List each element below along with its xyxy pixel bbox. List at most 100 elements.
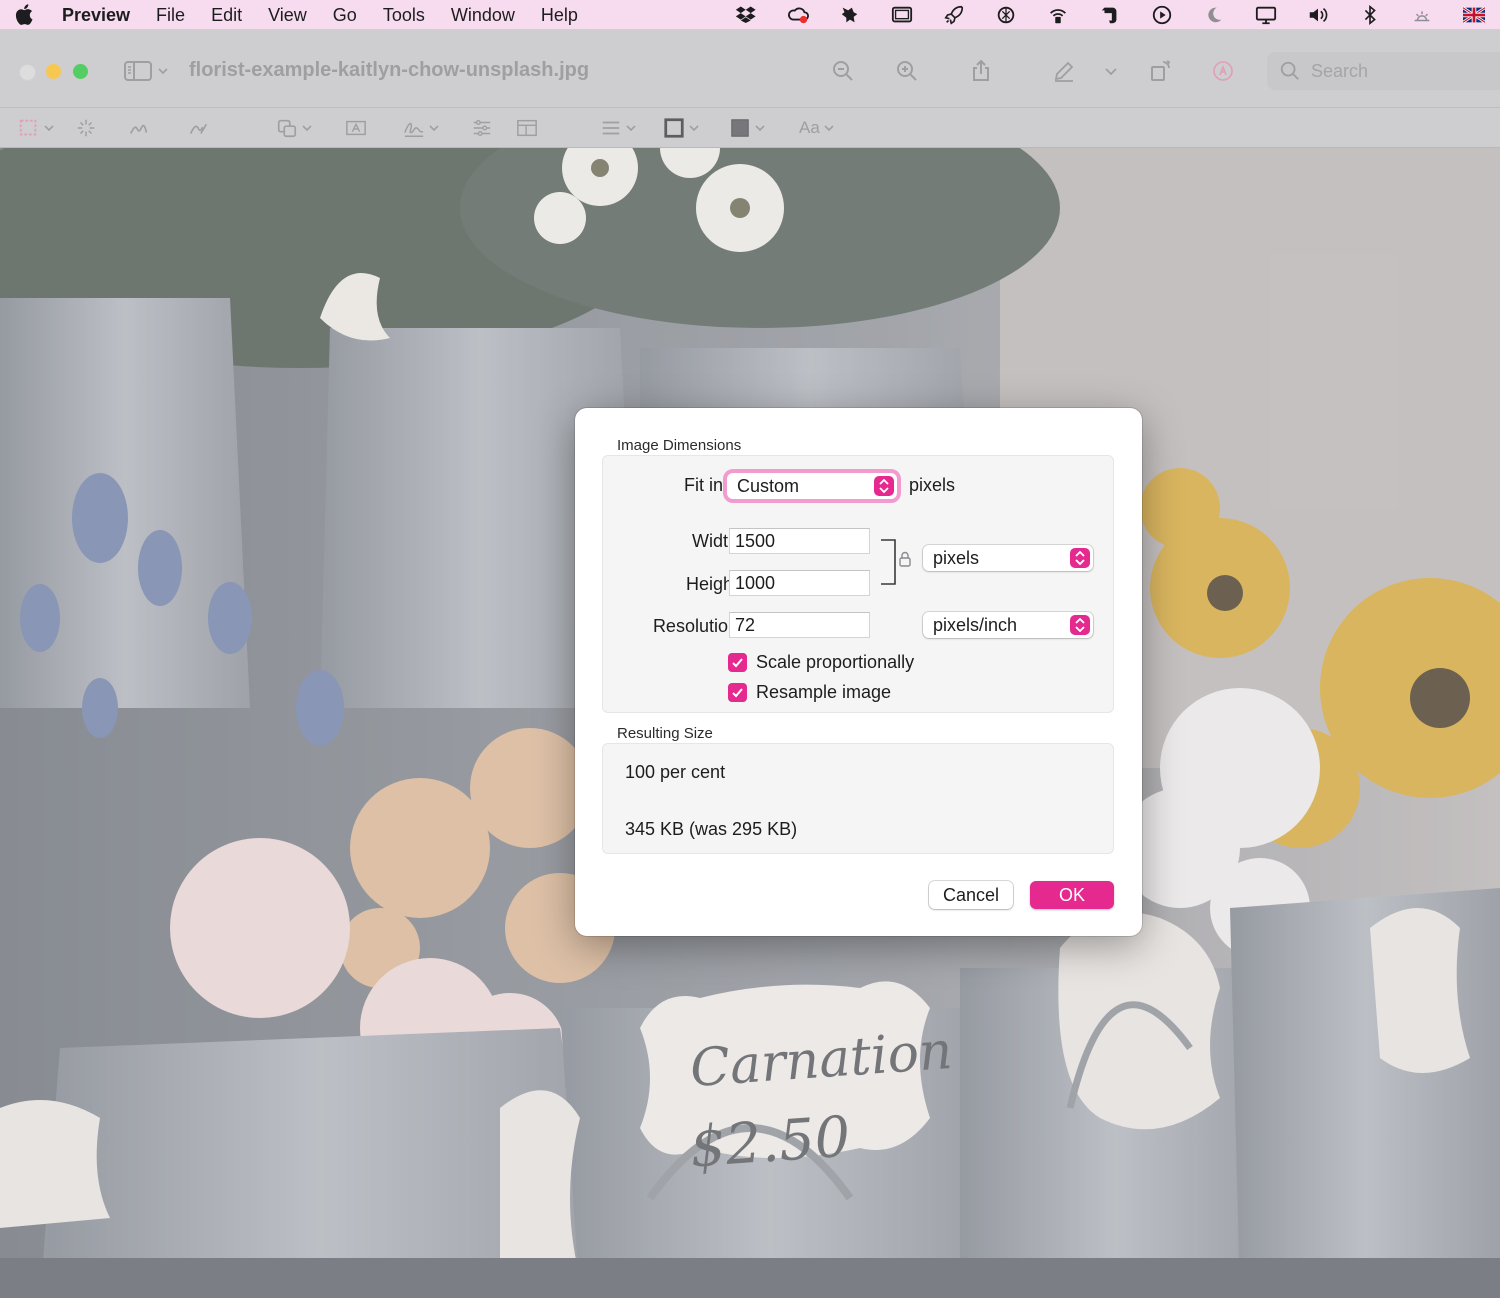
hotspot-icon[interactable] (1032, 0, 1084, 30)
status-menu-area (720, 0, 1500, 30)
rocket-icon[interactable] (928, 0, 980, 30)
highlight-icon (1213, 61, 1233, 81)
zoom-out-icon (833, 61, 853, 81)
rotate-button[interactable] (1146, 56, 1176, 86)
magic-wand-icon (77, 119, 95, 137)
markup-button[interactable] (1049, 56, 1079, 86)
highlight-button[interactable] (1208, 56, 1238, 86)
search-icon (1280, 61, 1299, 80)
menu-tools[interactable]: Tools (370, 0, 438, 30)
window-toolbar: florist-example-kaitlyn-chow-unsplash.jp… (0, 30, 1500, 108)
bluetooth-icon[interactable] (1344, 0, 1396, 30)
result-percent: 100 per cent (625, 762, 726, 782)
height-field[interactable] (729, 570, 870, 596)
fit-into-value: Custom (737, 475, 800, 496)
image-dimensions-heading: Image Dimensions (617, 437, 742, 454)
chevron-down-icon (1105, 68, 1117, 76)
border-color-button[interactable] (663, 116, 699, 140)
size-unit-popup[interactable]: pixels (923, 545, 1093, 571)
sidebar-toggle-button[interactable] (124, 58, 168, 84)
adjust-size-icon (517, 119, 537, 137)
app-icon[interactable] (824, 0, 876, 30)
chevron-down-icon (626, 125, 636, 132)
adjust-color-button[interactable] (471, 116, 493, 140)
shape-style-button[interactable] (600, 116, 636, 140)
draw-tool-button[interactable] (188, 116, 210, 140)
dropbox-icon[interactable] (720, 0, 772, 30)
menu-bar: Preview File Edit View Go Tools Window H… (0, 0, 1500, 30)
lock-icon[interactable] (899, 551, 911, 567)
moon-icon[interactable] (1188, 0, 1240, 30)
draw-icon (189, 123, 208, 134)
zoom-out-button[interactable] (828, 56, 858, 86)
menu-edit[interactable]: Edit (198, 0, 255, 30)
menu-file[interactable]: File (143, 0, 198, 30)
close-window-button[interactable] (19, 64, 36, 81)
checkmark-icon (728, 683, 747, 702)
menu-help[interactable]: Help (528, 0, 591, 30)
fit-into-popup[interactable]: Custom (727, 473, 897, 499)
text-style-button[interactable]: Aa (799, 116, 834, 140)
text-style-label: Aa (799, 118, 820, 137)
minimize-window-button[interactable] (46, 64, 61, 79)
menu-view[interactable]: View (255, 0, 320, 30)
fit-into-unit: pixels (909, 475, 956, 495)
size-unit-value: pixels (933, 547, 980, 568)
line-style-icon (602, 121, 620, 135)
scale-proportionally-checkbox[interactable]: Scale proportionally (728, 652, 914, 673)
share-icon (973, 59, 989, 81)
instant-alpha-button[interactable] (75, 116, 97, 140)
link-bracket-icon (881, 539, 896, 585)
zoom-in-button[interactable] (892, 56, 922, 86)
resolution-field[interactable] (729, 612, 870, 638)
search-field[interactable] (1267, 52, 1500, 90)
resample-image-checkbox[interactable]: Resample image (728, 682, 891, 703)
apple-menu-icon[interactable] (0, 0, 48, 30)
uk-flag-icon[interactable] (1448, 0, 1500, 30)
popup-stepper-icon (1070, 615, 1090, 635)
rotate-icon (1151, 60, 1171, 81)
share-button[interactable] (966, 56, 996, 86)
sign-button[interactable] (403, 116, 439, 140)
window-icon[interactable] (876, 0, 928, 30)
adjust-size-button[interactable] (516, 116, 538, 140)
checkmark-icon (728, 653, 747, 672)
cancel-button[interactable]: Cancel (929, 881, 1013, 909)
ok-button[interactable]: OK (1030, 881, 1114, 909)
sketch-tool-button[interactable] (128, 116, 150, 140)
evernote-icon[interactable] (1084, 0, 1136, 30)
signature-icon (404, 122, 424, 137)
text-box-button[interactable] (345, 116, 367, 140)
width-field[interactable] (729, 528, 870, 554)
markup-toolbar: Aa (0, 108, 1500, 148)
rectangular-selection-icon (19, 119, 37, 136)
brightness-icon[interactable] (1396, 0, 1448, 30)
fit-into-label: Fit into: (683, 475, 743, 495)
chevron-down-icon (429, 125, 439, 132)
fill-color-icon (731, 119, 749, 137)
fill-color-button[interactable] (729, 116, 765, 140)
play-icon[interactable] (1136, 0, 1188, 30)
dimensions-group: Fit into: Custom pixels Width: Height: p… (602, 455, 1114, 713)
search-input[interactable] (1309, 59, 1483, 83)
menu-app-preview[interactable]: Preview (48, 0, 143, 30)
display-icon[interactable] (1240, 0, 1292, 30)
resulting-size-heading: Resulting Size (617, 725, 713, 742)
width-label: Width: (691, 531, 743, 551)
sketch-icon (130, 124, 148, 134)
adjust-size-dialog: Image Dimensions Fit into: Custom pixels… (575, 408, 1142, 936)
menu-go[interactable]: Go (320, 0, 370, 30)
resolution-label: Resolution: (652, 616, 743, 636)
sliders-icon (473, 119, 491, 137)
resolution-unit-popup[interactable]: pixels/inch (923, 612, 1093, 638)
volume-icon[interactable] (1292, 0, 1344, 30)
document-title: florist-example-kaitlyn-chow-unsplash.jp… (189, 59, 590, 81)
openai-icon[interactable] (980, 0, 1032, 30)
markup-menu-button[interactable] (1096, 56, 1126, 86)
shapes-button[interactable] (276, 116, 312, 140)
chevron-down-icon (824, 125, 834, 132)
menu-window[interactable]: Window (438, 0, 528, 30)
selection-tool-button[interactable] (18, 116, 54, 140)
creative-cloud-icon[interactable] (772, 0, 824, 30)
zoom-window-button[interactable] (73, 64, 88, 79)
